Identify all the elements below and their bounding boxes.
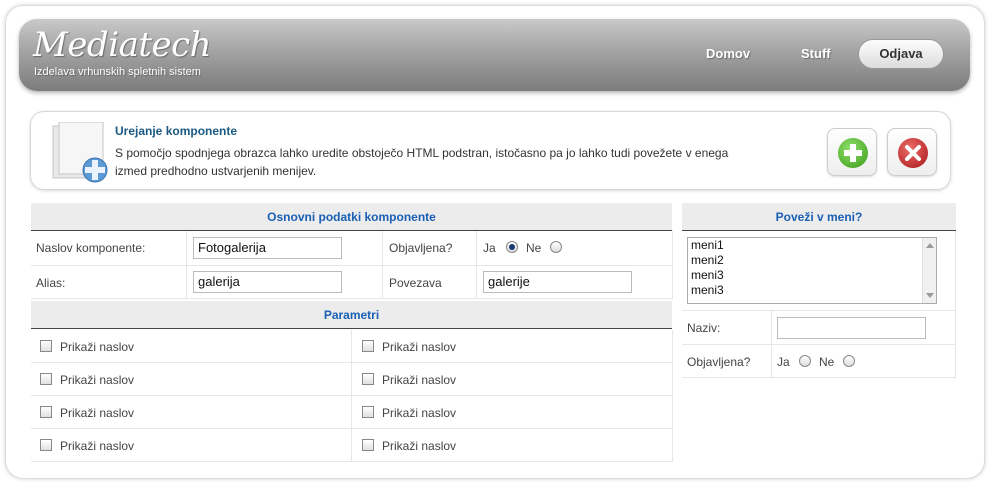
published-yes-radio[interactable] xyxy=(506,241,518,253)
title-input[interactable]: Fotogalerija xyxy=(193,237,342,259)
delete-button[interactable] xyxy=(887,128,937,176)
tagline: Izdelava vrhunskih spletnih sistem xyxy=(34,66,201,78)
scroll-down-icon[interactable] xyxy=(926,293,934,298)
listbox-scrollbar[interactable] xyxy=(922,238,936,303)
info-description: S pomočjo spodnjega obrazca lahko uredit… xyxy=(115,146,729,178)
nav-stuff-link[interactable]: Stuff xyxy=(801,46,831,61)
menu-listbox[interactable]: meni1 meni2 meni3 meni3 xyxy=(687,237,937,304)
show-title-label: Prikaži naslov xyxy=(382,439,457,453)
published-radios-cell: Ja Ne xyxy=(477,231,673,266)
plus-icon xyxy=(838,138,868,168)
menu-name-input-cell xyxy=(772,311,956,345)
menu-name-input[interactable] xyxy=(777,317,926,339)
close-icon xyxy=(898,138,928,168)
param-cell: Prikaži naslov xyxy=(352,429,673,462)
param-cell: Prikaži naslov xyxy=(31,429,352,462)
nav-home-link[interactable]: Domov xyxy=(706,46,750,61)
param-cell: Prikaži naslov xyxy=(31,330,352,363)
published-label-cell: Objavljena? xyxy=(383,231,477,266)
alias-label-cell: Alias: xyxy=(31,266,187,299)
add-page-icon xyxy=(51,121,111,183)
published-no-radio[interactable] xyxy=(550,241,562,253)
menu-name-label: Naziv: xyxy=(687,321,721,335)
show-title-checkbox[interactable] xyxy=(362,373,374,385)
params-heading: Parametri xyxy=(31,301,672,329)
menu-option[interactable]: meni2 xyxy=(688,253,936,268)
title-input-cell: Fotogalerija xyxy=(187,231,383,266)
title-label-cell: Naslov komponente: xyxy=(31,231,187,266)
published-yes-label: Ja xyxy=(483,241,496,255)
show-title-checkbox[interactable] xyxy=(362,439,374,451)
menu-option[interactable]: meni1 xyxy=(688,238,936,253)
show-title-checkbox[interactable] xyxy=(40,406,52,418)
menu-published-yes-label: Ja xyxy=(777,355,790,369)
link-label-cell: Povezava xyxy=(383,266,477,299)
link-input[interactable]: galerije xyxy=(483,271,632,293)
alias-input-cell: galerija xyxy=(187,266,383,299)
menu-option[interactable]: meni3 xyxy=(688,283,936,298)
show-title-checkbox[interactable] xyxy=(362,406,374,418)
menu-heading: Poveži v meni? xyxy=(682,203,956,231)
published-no-label: Ne xyxy=(526,241,542,255)
param-cell: Prikaži naslov xyxy=(352,396,673,429)
show-title-label: Prikaži naslov xyxy=(60,439,135,453)
param-cell: Prikaži naslov xyxy=(31,363,352,396)
show-title-checkbox[interactable] xyxy=(362,340,374,352)
menu-published-yes-radio[interactable] xyxy=(799,355,811,367)
title-label: Naslov komponente: xyxy=(36,241,146,255)
alias-input[interactable]: galerija xyxy=(193,271,342,293)
show-title-label: Prikaži naslov xyxy=(60,373,135,387)
menu-published-no-label: Ne xyxy=(819,355,835,369)
show-title-checkbox[interactable] xyxy=(40,373,52,385)
published-label: Objavljena? xyxy=(389,241,453,255)
menu-name-label-cell: Naziv: xyxy=(682,311,772,345)
param-cell: Prikaži naslov xyxy=(31,396,352,429)
add-button[interactable] xyxy=(827,128,877,176)
param-cell: Prikaži naslov xyxy=(352,363,673,396)
link-input-cell: galerije xyxy=(477,266,673,299)
show-title-label: Prikaži naslov xyxy=(382,340,457,354)
info-title: Urejanje komponente xyxy=(115,124,238,138)
show-title-label: Prikaži naslov xyxy=(60,406,135,420)
info-box: Urejanje komponente S pomočjo spodnjega … xyxy=(30,111,951,190)
show-title-label: Prikaži naslov xyxy=(60,340,135,354)
menu-published-label-cell: Objavljena? xyxy=(682,345,772,378)
menu-option[interactable]: meni3 xyxy=(688,268,936,283)
show-title-label: Prikaži naslov xyxy=(382,406,457,420)
logout-button[interactable]: Odjava xyxy=(858,39,944,69)
param-cell: Prikaži naslov xyxy=(352,330,673,363)
show-title-checkbox[interactable] xyxy=(40,439,52,451)
menu-published-label: Objavljena? xyxy=(687,355,751,369)
menu-published-no-radio[interactable] xyxy=(843,355,855,367)
show-title-checkbox[interactable] xyxy=(40,340,52,352)
logo: Mediatech xyxy=(33,25,212,65)
scroll-up-icon[interactable] xyxy=(926,243,934,248)
alias-label: Alias: xyxy=(36,276,66,290)
menu-published-radios-cell: Ja Ne xyxy=(772,345,956,378)
header-bar: Mediatech Izdelava vrhunskih spletnih si… xyxy=(19,19,970,91)
basic-data-heading: Osnovni podatki komponente xyxy=(31,203,672,231)
show-title-label: Prikaži naslov xyxy=(382,373,457,387)
link-label: Povezava xyxy=(389,276,442,290)
